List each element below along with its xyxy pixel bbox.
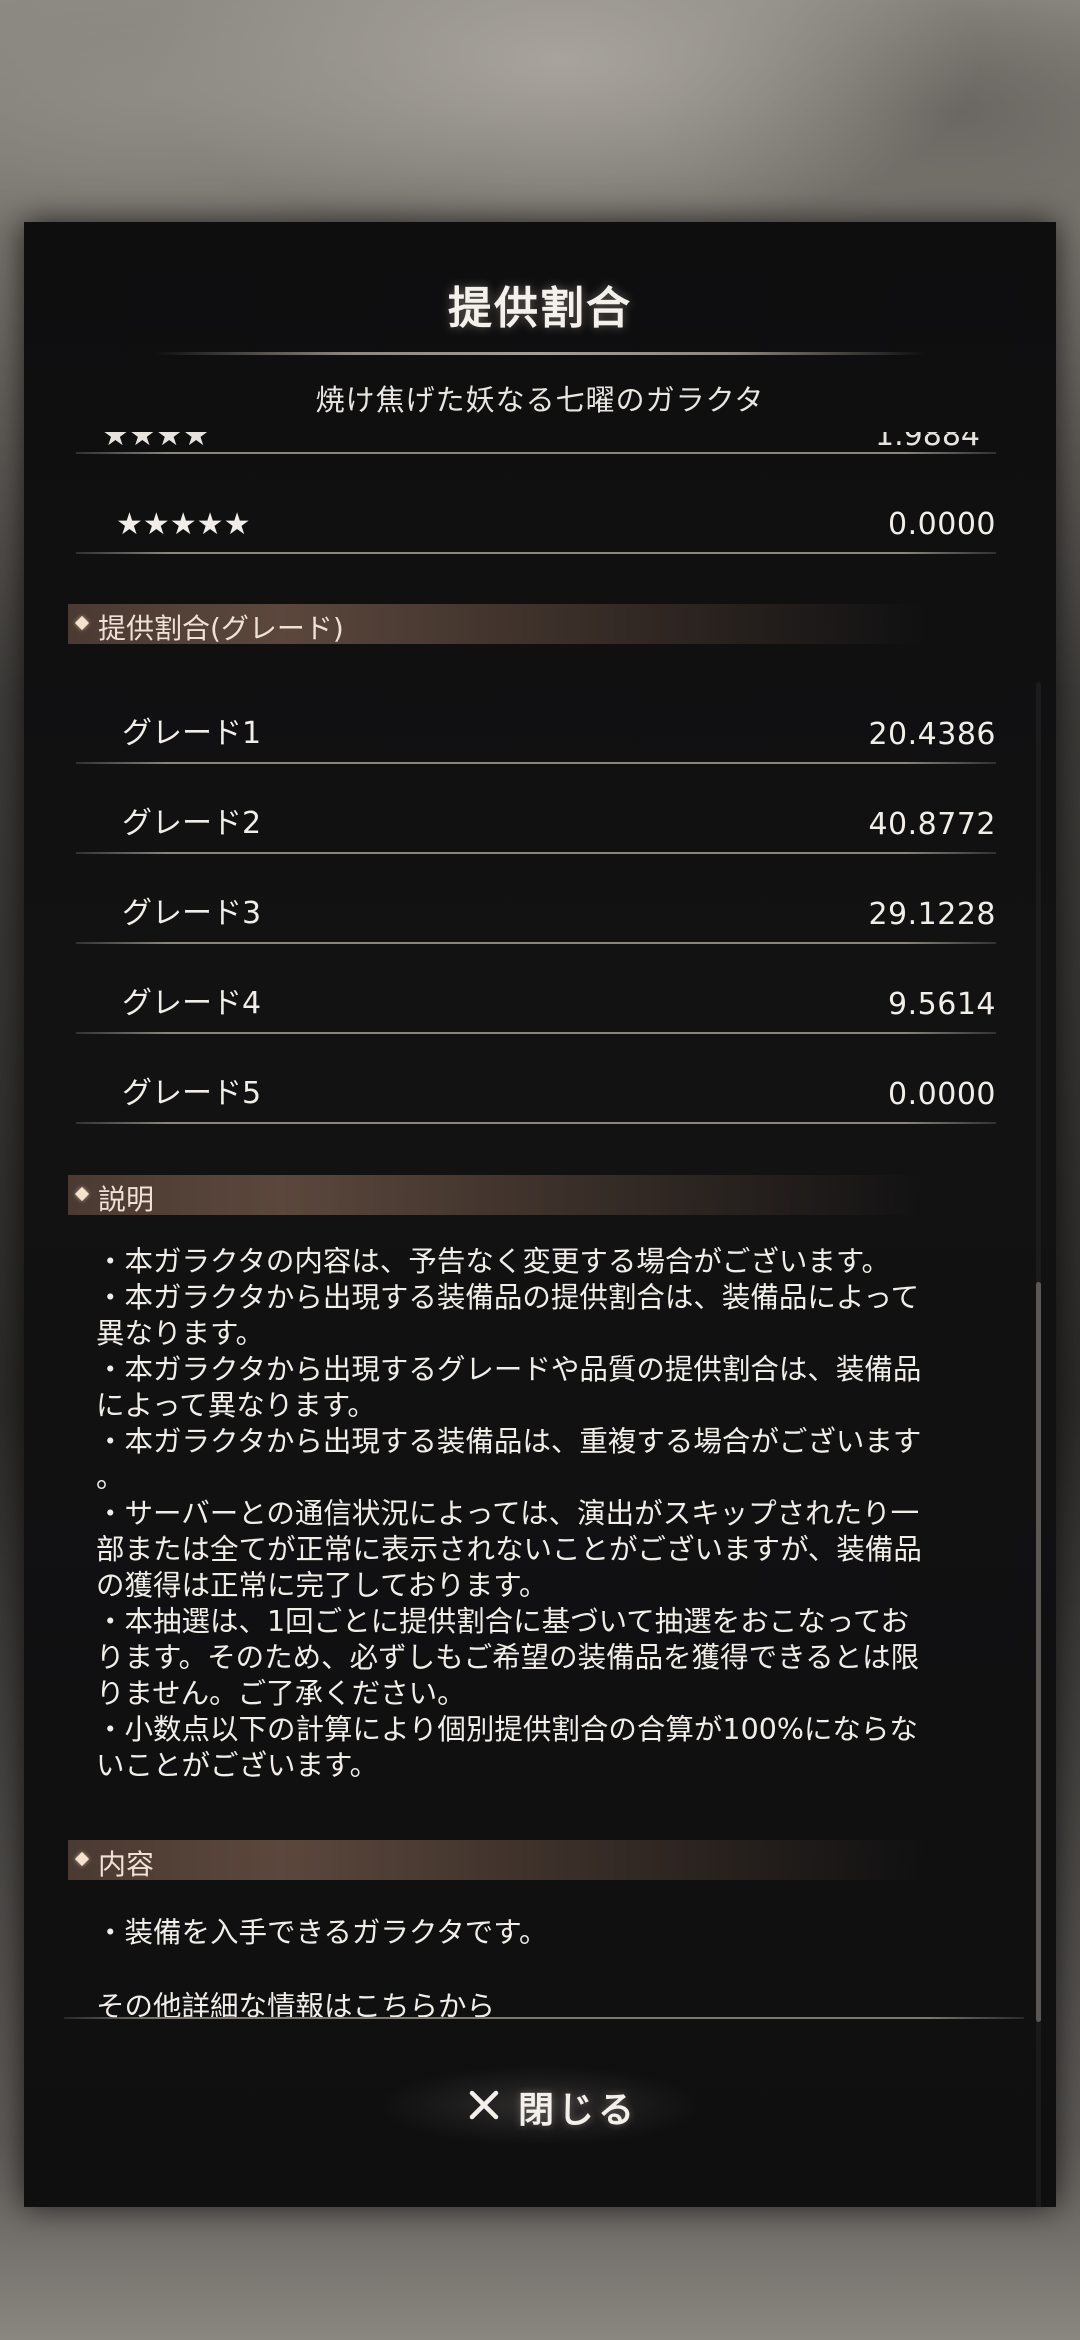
grade-row-3: グレード3 29.1228 xyxy=(76,882,996,942)
close-button[interactable]: 閉じる xyxy=(384,2067,696,2143)
grade-value: 29.1228 xyxy=(868,897,996,932)
row-divider xyxy=(76,762,996,764)
row-divider xyxy=(76,942,996,944)
description-line: ・本抽選は、1回ごとに提供割合に基づいて抽選をおこなってお xyxy=(96,1605,909,1638)
description-line: 。 xyxy=(96,1461,125,1494)
section-header-label: 提供割合(グレード) xyxy=(98,612,344,645)
grade-label: グレード2 xyxy=(122,806,262,841)
description-line: 部または全てが正常に表示されないことがございますが、装備品 xyxy=(96,1533,922,1566)
description-text: ・本ガラクタの内容は、予告なく変更する場合がございます。 ・本ガラクタから出現す… xyxy=(96,1244,996,1784)
grade-label: グレード3 xyxy=(122,896,262,931)
description-line: によって異なります。 xyxy=(96,1389,376,1422)
row-divider xyxy=(76,1122,996,1124)
description-line: ・本ガラクタの内容は、予告なく変更する場合がございます。 xyxy=(96,1245,891,1278)
grade-value: 0.0000 xyxy=(888,1077,996,1112)
grade-label: グレード5 xyxy=(122,1076,262,1111)
section-header-label: 説明 xyxy=(98,1183,155,1216)
grade-label: グレード4 xyxy=(122,986,262,1021)
drop-rate-dialog: 提供割合 焼け焦げた妖なる七曜のガラクタ ★★★★ 1.9884 ★★★★★ 0… xyxy=(24,222,1056,2207)
close-icon xyxy=(469,2090,499,2120)
rarity-value: 0.0000 xyxy=(888,507,996,542)
row-divider xyxy=(76,452,996,454)
rarity-value: 1.9884 xyxy=(875,432,980,452)
scrollbar-thumb[interactable] xyxy=(1036,1282,1041,2022)
section-header-description: 説明 xyxy=(68,1175,928,1216)
description-line: ります。そのため、必ずしもご希望の装備品を獲得できるとは限 xyxy=(96,1641,920,1674)
section-header-grade: 提供割合(グレード) xyxy=(68,604,928,645)
grade-row-4: グレード4 9.5614 xyxy=(76,972,996,1032)
description-line: ・本ガラクタから出現する装備品は、重複する場合がございます xyxy=(96,1425,922,1458)
title-divider xyxy=(154,352,926,355)
section-header-label: 内容 xyxy=(98,1848,155,1881)
dialog-subtitle: 焼け焦げた妖なる七曜のガラクタ xyxy=(315,383,765,417)
description-line: いことがございます。 xyxy=(96,1749,379,1782)
grade-row-2: グレード2 40.8772 xyxy=(76,792,996,852)
description-line: の獲得は正常に完了しております。 xyxy=(96,1569,548,1602)
rarity-label: ★★★★ xyxy=(102,432,210,452)
row-divider xyxy=(76,852,996,854)
rarity-row-5star: ★★★★★ 0.0000 xyxy=(76,492,996,552)
diamond-icon xyxy=(74,1851,90,1867)
section-header-content: 内容 xyxy=(68,1840,928,1881)
row-divider xyxy=(76,552,996,554)
grade-row-1: グレード1 20.4386 xyxy=(76,702,996,762)
description-line: ・本ガラクタから出現するグレードや品質の提供割合は、装備品 xyxy=(96,1353,922,1386)
scroll-area-bottom-divider xyxy=(64,2017,1024,2019)
grade-value: 9.5614 xyxy=(888,987,996,1022)
rarity-label: ★★★★★ xyxy=(116,507,251,542)
content-item: ・装備を入手できるガラクタです。 xyxy=(96,1916,548,1949)
rates-scroll-area[interactable]: ★★★★ 1.9884 ★★★★★ 0.0000 提供割合(グレード) グレード… xyxy=(24,432,1056,2207)
rarity-row-partial: ★★★★ 1.9884 xyxy=(88,432,994,452)
grade-value: 40.8772 xyxy=(868,807,996,842)
dialog-title: 提供割合 xyxy=(448,283,632,334)
diamond-icon xyxy=(74,615,90,631)
diamond-icon xyxy=(74,1186,90,1202)
grade-row-5: グレード5 0.0000 xyxy=(76,1062,996,1122)
description-line: ・本ガラクタから出現する装備品の提供割合は、装備品によって xyxy=(96,1281,920,1314)
grade-value: 20.4386 xyxy=(868,717,996,752)
row-divider xyxy=(76,1032,996,1034)
description-line: ・小数点以下の計算により個別提供割合の合算が100%にならな xyxy=(96,1713,918,1746)
description-line: 異なります。 xyxy=(96,1317,265,1350)
description-line: りません。ご了承ください。 xyxy=(96,1677,466,1710)
close-button-label: 閉じる xyxy=(518,2090,639,2131)
grade-label: グレード1 xyxy=(122,716,262,751)
description-line: ・サーバーとの通信状況によっては、演出がスキップされたり一 xyxy=(96,1497,920,1530)
